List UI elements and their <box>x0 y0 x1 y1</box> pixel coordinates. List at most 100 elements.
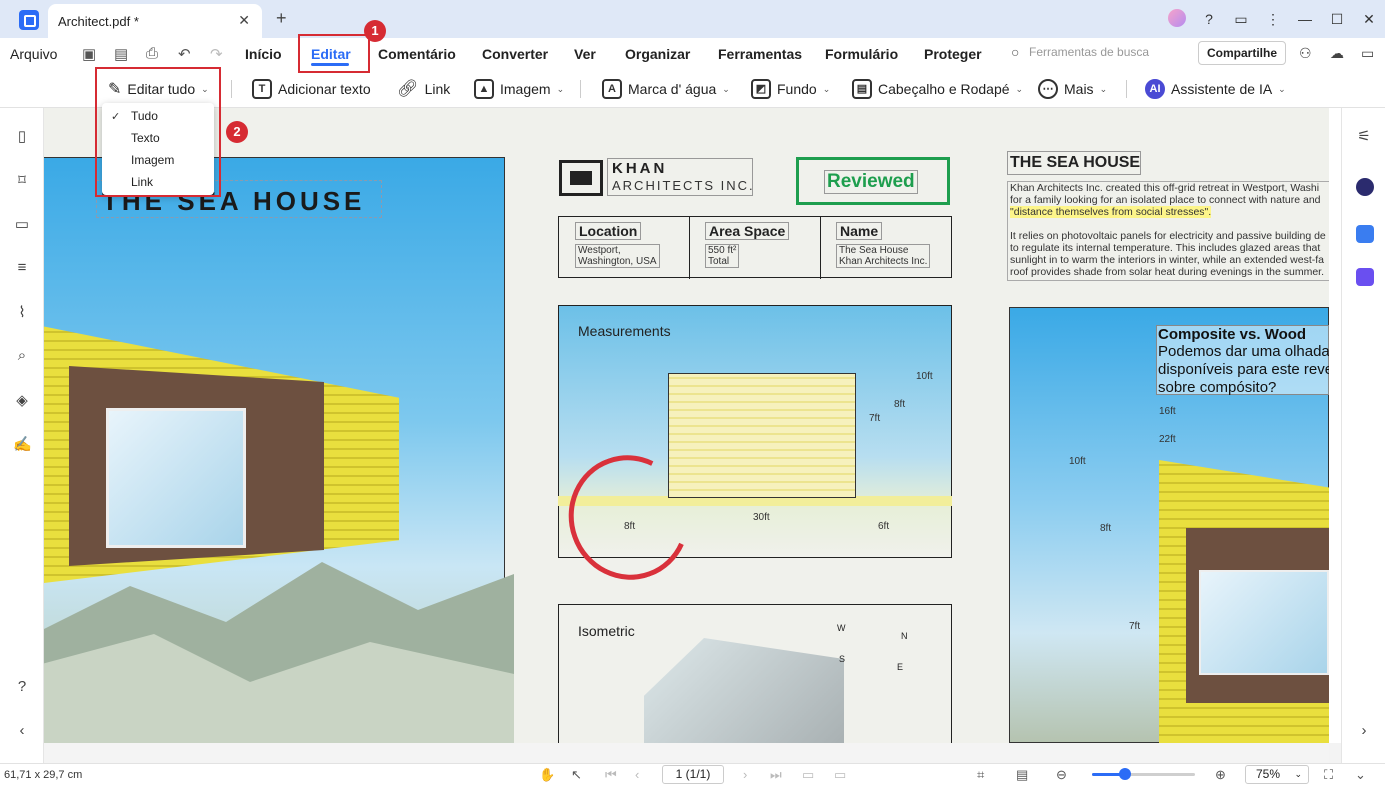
save-icon[interactable]: ▣ <box>82 45 96 63</box>
panel-toggle-icon[interactable]: ▭ <box>1361 45 1374 62</box>
menu-comentario[interactable]: Comentário <box>378 46 456 62</box>
header-footer-label: Cabeçalho e Rodapé <box>878 81 1010 97</box>
last-page-icon[interactable]: ⏭ <box>770 767 782 783</box>
header-footer-button[interactable]: ▤ Cabeçalho e Rodapé ⌄ <box>852 79 1023 99</box>
redo-icon[interactable]: ↷ <box>210 45 223 63</box>
menu-inicio[interactable]: Início <box>245 46 282 62</box>
avatar[interactable] <box>1161 8 1193 30</box>
more-dots-icon: ⋯ <box>1038 79 1058 99</box>
ai-robot-icon[interactable] <box>1356 178 1374 196</box>
document-tab[interactable]: Architect.pdf * ✕ <box>48 4 262 38</box>
horizontal-scrollbar[interactable] <box>44 743 1329 763</box>
cloud-sync-icon[interactable]: ☁ <box>1330 45 1344 62</box>
menu-file[interactable]: Arquivo <box>10 46 57 62</box>
select-tool-icon[interactable]: ↖ <box>571 767 582 783</box>
previous-page-icon[interactable]: ‹ <box>635 767 639 782</box>
ai-assistant-button[interactable]: AI Assistente de IA ⌄ <box>1145 79 1286 99</box>
ai-icon: AI <box>1145 79 1165 99</box>
translate-icon[interactable] <box>1356 225 1374 243</box>
next-page-icon[interactable]: › <box>743 767 747 782</box>
zoom-slider-handle[interactable] <box>1118 768 1131 780</box>
dimension-label: 8ft <box>894 399 906 410</box>
menu-formulario[interactable]: Formulário <box>825 46 898 62</box>
new-tab-icon[interactable]: + <box>276 8 287 29</box>
header-footer-icon: ▤ <box>852 79 872 99</box>
properties-icon[interactable]: ⚟ <box>1355 127 1373 145</box>
menu-converter[interactable]: Converter <box>482 46 548 62</box>
page-number-input[interactable]: 1 (1/1) <box>662 765 724 784</box>
zoom-slider[interactable] <box>1092 773 1195 776</box>
help-icon[interactable]: ? <box>1193 11 1225 27</box>
more-button[interactable]: ⋯ Mais ⌄ <box>1038 79 1107 99</box>
vertical-scrollbar[interactable] <box>1329 108 1341 743</box>
page-thumbnail-icon[interactable]: ▯ <box>13 127 31 145</box>
feedback-icon[interactable]: ▭ <box>1225 11 1257 28</box>
list-icon[interactable]: ≡ <box>13 259 31 277</box>
hand-tool-icon[interactable]: ✋ <box>539 767 555 783</box>
background-button[interactable]: ◩ Fundo ⌄ <box>751 79 830 99</box>
khan-name[interactable]: KHAN <box>612 160 667 177</box>
task-check-icon[interactable] <box>1356 268 1374 286</box>
link-button[interactable]: 🔗︎ Link <box>397 79 450 99</box>
dimension-label: 22ft <box>1159 434 1176 445</box>
connect-icon[interactable]: ⚇ <box>1299 45 1312 62</box>
search-icon: ○ <box>1011 44 1020 60</box>
help-icon[interactable]: ? <box>13 678 31 696</box>
menu-proteger[interactable]: Proteger <box>924 46 982 62</box>
composite-body[interactable]: Podemos dar uma olhada disponíveis para … <box>1158 343 1329 397</box>
search-input[interactable]: Ferramentas de busca <box>1029 45 1149 59</box>
search-panel-icon[interactable]: ⌕ <box>13 347 31 365</box>
crop-icon[interactable]: ⌗ <box>977 767 984 783</box>
watermark-button[interactable]: A Marca d' água ⌄ <box>602 79 730 99</box>
fit-width-icon[interactable]: ▭ <box>834 767 846 783</box>
add-text-button[interactable]: T Adicionar texto <box>252 79 371 99</box>
measurements-title[interactable]: Measurements <box>578 323 671 339</box>
save-as-icon[interactable]: ▤ <box>114 45 128 63</box>
attachment-icon[interactable]: ⌇ <box>13 303 31 321</box>
fullscreen-icon[interactable]: ⛶ <box>1324 767 1333 783</box>
bookmark-icon[interactable]: ⌑ <box>13 171 31 189</box>
area-header[interactable]: Area Space <box>705 222 790 240</box>
share-button[interactable]: Compartilhe <box>1198 41 1286 65</box>
comment-icon[interactable]: ▭ <box>13 215 31 233</box>
name-header[interactable]: Name <box>836 222 883 240</box>
zoom-level-select[interactable]: 75% ⌄ <box>1245 765 1309 784</box>
isometric-title[interactable]: Isometric <box>578 623 635 639</box>
signature-icon[interactable]: ✍ <box>13 435 32 453</box>
composite-title[interactable]: Composite vs. Wood <box>1158 326 1306 343</box>
location-header[interactable]: Location <box>575 222 642 240</box>
layers-icon[interactable]: ◈ <box>13 391 31 409</box>
more-options-icon[interactable]: ⋮ <box>1257 11 1289 28</box>
collapse-right-icon[interactable]: › <box>1355 722 1373 740</box>
minimize-icon[interactable]: — <box>1289 11 1321 27</box>
maximize-icon[interactable]: ☐ <box>1321 11 1353 28</box>
menu-organizar[interactable]: Organizar <box>625 46 690 62</box>
reviewed-label[interactable]: Reviewed <box>824 170 918 194</box>
image-label: Imagem <box>500 81 551 97</box>
step-badge-2: 2 <box>226 121 248 143</box>
page-layout-icon[interactable]: ▤ <box>1016 767 1028 783</box>
dimension-label: 7ft <box>869 413 881 424</box>
menu-ferramentas[interactable]: Ferramentas <box>718 46 802 62</box>
print-icon[interactable]: ⎙ <box>146 45 158 62</box>
name-value[interactable]: The Sea House Khan Architects Inc. <box>836 244 931 268</box>
body-paragraph[interactable]: Khan Architects Inc. created this off-gr… <box>1010 182 1329 278</box>
image-button[interactable]: ▲ Imagem ⌄ <box>474 79 564 99</box>
link-icon: 🔗︎ <box>397 79 419 98</box>
collapse-left-icon[interactable]: ‹ <box>13 722 31 740</box>
khan-subtitle[interactable]: ARCHITECTS INC. <box>612 178 755 193</box>
first-page-icon[interactable]: ⏮ <box>605 767 617 783</box>
zoom-out-icon[interactable]: ⊖ <box>1056 767 1067 783</box>
location-value[interactable]: Westport, Washington, USA <box>575 244 660 268</box>
fit-page-icon[interactable]: ▭ <box>802 767 814 783</box>
section-title[interactable]: THE SEA HOUSE <box>1010 154 1140 172</box>
undo-icon[interactable]: ↶ <box>178 45 191 63</box>
menu-ver[interactable]: Ver <box>574 46 596 62</box>
area-value[interactable]: 550 ft² Total <box>705 244 740 268</box>
window-controls: ? ▭ ⋮ — ☐ ✕ <box>1161 0 1385 38</box>
close-window-icon[interactable]: ✕ <box>1353 11 1385 28</box>
zoom-in-icon[interactable]: ⊕ <box>1215 767 1226 783</box>
expand-icon[interactable]: ⌄ <box>1355 767 1366 783</box>
close-tab-icon[interactable]: ✕ <box>238 12 250 29</box>
left-sidebar: ▯ ⌑ ▭ ≡ ⌇ ⌕ ◈ ✍ ? ‹ <box>0 108 44 763</box>
